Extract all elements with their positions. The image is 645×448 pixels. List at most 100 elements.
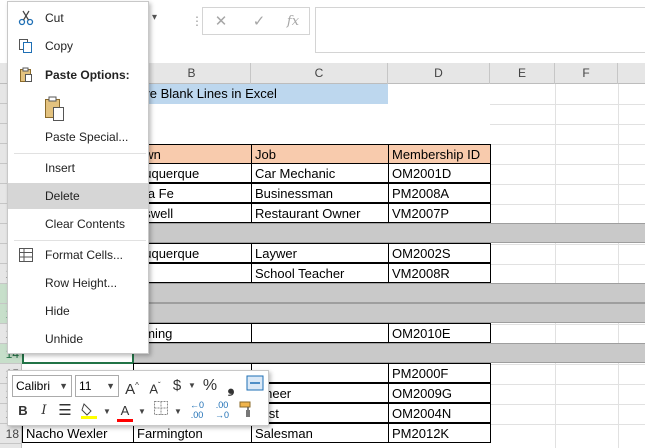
menu-item-format-cells[interactable]: Format Cells...	[8, 242, 148, 268]
menu-item-hide[interactable]: Hide	[8, 298, 148, 324]
gridline	[618, 84, 619, 448]
currency-button[interactable]: $	[168, 375, 186, 397]
chevron-down-icon[interactable]: ▼	[138, 407, 146, 416]
gridline	[490, 264, 645, 265]
check-icon[interactable]: ✓	[249, 12, 269, 32]
gridline	[490, 244, 645, 245]
table-cell[interactable]: VM2008R	[388, 263, 491, 283]
menu-item-label: Hide	[45, 304, 70, 318]
header-cell-job[interactable]: Job	[251, 144, 389, 164]
column-header-d[interactable]: D	[388, 63, 490, 84]
font-name-select[interactable]: Calibri ▼	[12, 375, 72, 397]
align-center-icon[interactable]: ☰	[56, 400, 74, 422]
table-cell[interactable]: OM2004N	[388, 403, 491, 423]
menu-item-row-height[interactable]: Row Height...	[8, 270, 148, 296]
blank-row-band[interactable]	[133, 283, 645, 303]
menu-item-insert[interactable]: Insert	[8, 155, 148, 181]
borders-icon[interactable]	[151, 400, 171, 422]
bold-button[interactable]: B	[14, 400, 32, 422]
menu-item-cut[interactable]: Cut	[8, 5, 148, 31]
menu-separator	[14, 153, 146, 154]
table-cell[interactable]: PM2008A	[388, 183, 491, 203]
font-color-button[interactable]: A	[115, 400, 135, 422]
table-cell[interactable]: buquerque	[133, 163, 252, 183]
italic-button[interactable]: I	[35, 400, 53, 422]
gridline	[490, 184, 645, 185]
table-cell[interactable]: buquerque	[133, 243, 252, 263]
header-cell-town[interactable]: own	[133, 144, 252, 164]
header-cell-membership-id[interactable]: Membership ID	[388, 144, 491, 164]
menu-item-clear-contents[interactable]: Clear Contents	[8, 211, 148, 237]
menu-item-delete[interactable]: Delete	[8, 183, 148, 209]
grow-font-button[interactable]: A^	[122, 375, 142, 398]
table-cell[interactable]: Businessman	[251, 183, 389, 203]
table-cell[interactable]: Nacho Wexler	[22, 423, 134, 443]
table-cell[interactable]: OM2002S	[388, 243, 491, 263]
column-header-f[interactable]: F	[555, 63, 618, 84]
context-menu: Cut Copy Paste Options: Paste Special...…	[7, 1, 149, 354]
column-header-b[interactable]: B	[133, 63, 251, 84]
row-header[interactable]: 18	[0, 424, 22, 444]
table-cell[interactable]	[251, 323, 389, 343]
font-size-select[interactable]: 11 ▼	[75, 375, 119, 397]
format-cells-icon	[18, 247, 34, 263]
column-header-e[interactable]: E	[490, 63, 555, 84]
merge-center-icon[interactable]	[245, 375, 265, 397]
menu-item-label: Delete	[45, 189, 80, 203]
table-cell[interactable]: OM2009G	[388, 383, 491, 403]
paste-button-icon[interactable]	[44, 96, 66, 122]
table-cell[interactable]: Car Mechanic	[251, 163, 389, 183]
title-cell[interactable]: ove Blank Lines in Excel	[133, 84, 388, 104]
gridline	[555, 84, 556, 448]
formula-bar-grip[interactable]: ⋮	[191, 10, 203, 32]
table-cell[interactable]: VM2007P	[388, 203, 491, 223]
chevron-down-icon[interactable]: ▼	[103, 407, 111, 416]
blank-row-band[interactable]	[133, 343, 645, 363]
menu-item-label: Row Height...	[45, 276, 118, 290]
comma-style-button[interactable]: ❟	[223, 375, 239, 397]
chevron-down-icon[interactable]: ▼	[174, 407, 182, 416]
percent-button[interactable]: %	[201, 375, 219, 397]
table-cell[interactable]: nta Fe	[133, 183, 252, 203]
table-cell[interactable]: PM2000F	[388, 363, 491, 383]
table-cell[interactable]: Laywer	[251, 243, 389, 263]
column-header-c[interactable]: C	[251, 63, 388, 84]
menu-item-paste-options: Paste Options:	[8, 62, 148, 88]
table-cell[interactable]: Farmington	[133, 423, 252, 443]
table-cell[interactable]: gineer	[251, 383, 389, 403]
gridline	[490, 424, 645, 425]
table-cell[interactable]	[251, 363, 389, 383]
menu-item-unhide[interactable]: Unhide	[8, 326, 148, 352]
table-cell[interactable]	[133, 263, 252, 283]
shrink-font-button[interactable]: Aˇ	[145, 375, 165, 397]
formula-input[interactable]	[315, 7, 645, 53]
table-cell[interactable]: OM2001D	[388, 163, 491, 183]
menu-item-copy[interactable]: Copy	[8, 33, 148, 59]
table-cell[interactable]: ntist	[251, 403, 389, 423]
menu-item-label: Copy	[45, 39, 74, 53]
table-cell[interactable]: oswell	[133, 203, 252, 223]
table-cell[interactable]: eming	[133, 323, 252, 343]
menu-item-label: Cut	[45, 11, 64, 25]
increase-decimal-icon[interactable]: ←0.00	[186, 400, 208, 422]
menu-item-paste-special[interactable]: Paste Special...	[8, 124, 148, 150]
table-cell[interactable]: Restaurant Owner	[251, 203, 389, 223]
table-cell[interactable]: School Teacher	[251, 263, 389, 283]
font-color-letter: A	[117, 403, 133, 422]
gridline	[490, 204, 645, 205]
menu-item-label: Format Cells...	[45, 248, 124, 262]
table-cell[interactable]: OM2010E	[388, 323, 491, 343]
insert-function-button[interactable]: fx	[283, 12, 303, 32]
highlight-fill-icon[interactable]	[78, 400, 100, 422]
name-box-dropdown-icon[interactable]: ▾	[152, 12, 157, 23]
menu-item-label: Clear Contents	[45, 217, 126, 231]
close-icon[interactable]: ✕	[211, 12, 231, 32]
table-cell[interactable]: Salesman	[251, 423, 389, 443]
format-painter-icon[interactable]	[236, 400, 258, 422]
menu-item-label: Paste Special...	[45, 130, 129, 144]
menu-separator	[14, 240, 146, 241]
blank-row-band[interactable]	[133, 303, 645, 323]
blank-row-band[interactable]	[133, 223, 645, 243]
table-cell[interactable]: PM2012K	[388, 423, 491, 443]
decrease-decimal-icon[interactable]: .00 →0	[211, 400, 233, 422]
